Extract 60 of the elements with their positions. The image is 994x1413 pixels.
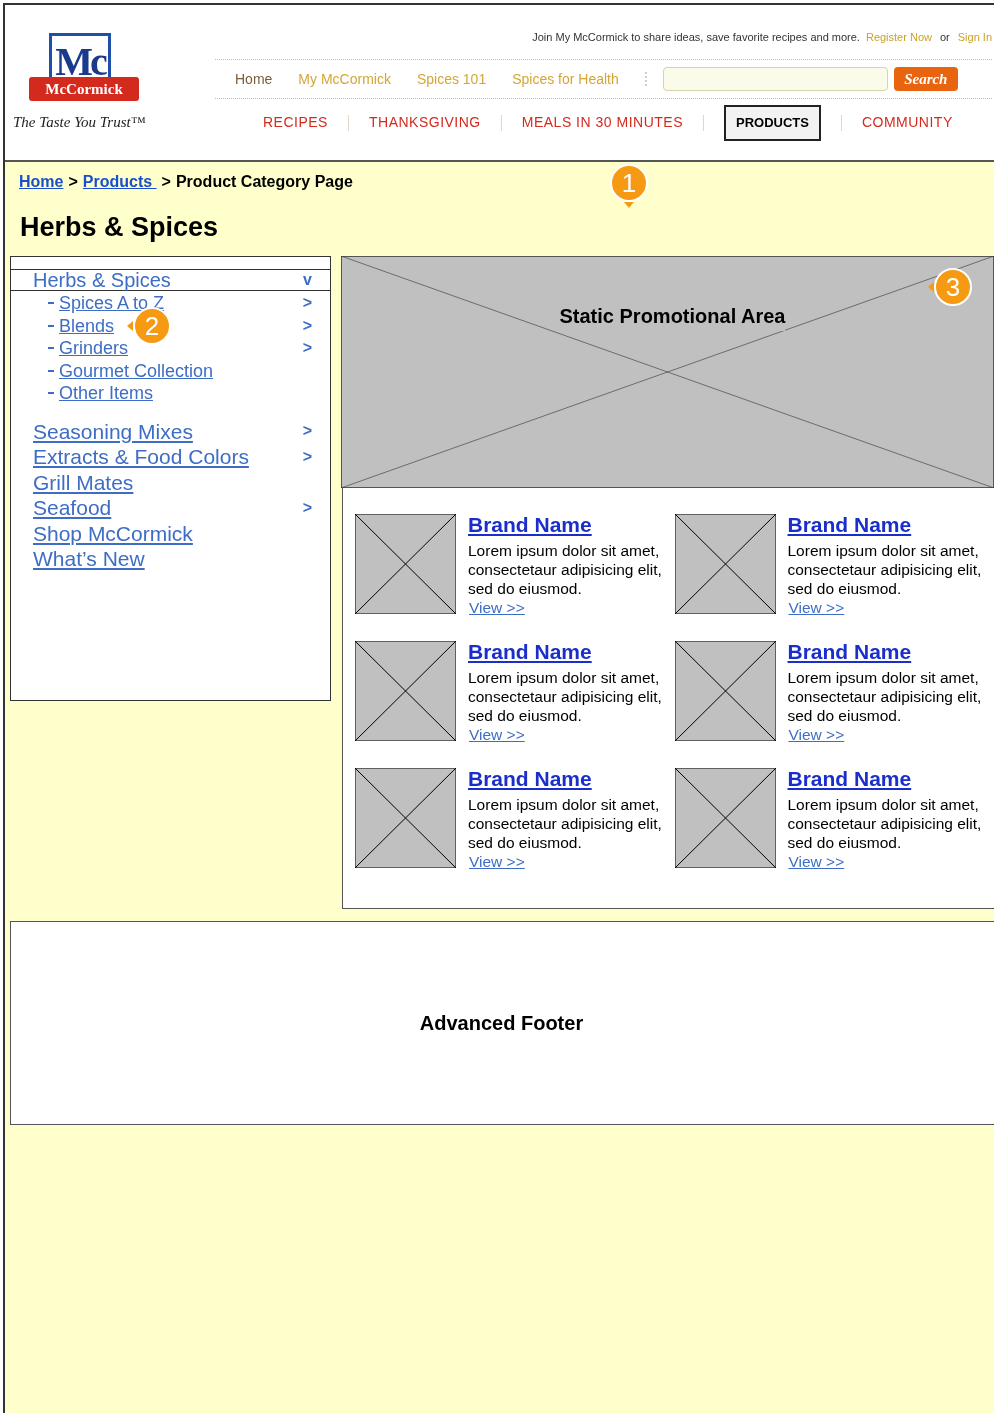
- breadcrumb-link[interactable]: Products: [82, 170, 157, 194]
- breadcrumb-link[interactable]: Home: [19, 170, 64, 194]
- product-description: Lorem ipsum dolor sit amet, consectetaur adipisicing elit, sed do eiusmod.: [787, 668, 983, 725]
- chevron-icon: >: [302, 291, 312, 316]
- breadcrumb-current: Product Category Page: [175, 172, 353, 192]
- dash-icon: [48, 369, 54, 372]
- nav-link[interactable]: Home: [235, 68, 273, 90]
- logo-tagline: The Taste You Trust™: [13, 113, 146, 132]
- dash-icon: [48, 392, 54, 395]
- category-tab[interactable]: PRODUCTS: [723, 105, 821, 141]
- sidebar-subitem[interactable]: Blends: [59, 316, 115, 335]
- sidebar-item[interactable]: Herbs & Spices: [33, 270, 171, 290]
- sidebar-item[interactable]: Seasoning Mixes: [33, 420, 193, 442]
- category-tab[interactable]: MEALS IN 30 MINUTES: [521, 112, 683, 134]
- or-text: or: [939, 29, 950, 45]
- brand-name-link[interactable]: Brand Name: [468, 513, 673, 537]
- view-link[interactable]: View >>: [469, 852, 525, 871]
- view-link[interactable]: View >>: [788, 725, 845, 744]
- brand-name-link[interactable]: Brand Name: [787, 513, 993, 537]
- brand-name-link[interactable]: Brand Name: [787, 640, 993, 664]
- search-button[interactable]: Search: [893, 67, 958, 91]
- chevron-icon: >: [302, 495, 312, 520]
- product-description: Lorem ipsum dolor sit amet, consectetaur adipisicing elit, sed do eiusmod.: [468, 668, 663, 725]
- chevron-icon: >: [302, 444, 312, 469]
- sidebar-item[interactable]: Extracts & Food Colors: [33, 446, 249, 468]
- category-tab[interactable]: RECIPES: [263, 112, 328, 134]
- brand-name-link[interactable]: Brand Name: [468, 640, 673, 664]
- join-text: Join My McCormick to share ideas, save favorite recipes and more.: [532, 29, 860, 45]
- brand-name-link[interactable]: Brand Name: [787, 767, 993, 791]
- chevron-icon: >: [302, 313, 312, 338]
- brand-name-link[interactable]: Brand Name: [468, 767, 673, 791]
- view-link[interactable]: View >>: [469, 725, 525, 744]
- category-tab[interactable]: THANKSGIVING: [368, 112, 481, 134]
- sidebar-item[interactable]: What’s New: [33, 548, 145, 570]
- product-description: Lorem ipsum dolor sit amet, consectetaur adipisicing elit, sed do eiusmod.: [468, 541, 663, 598]
- sidebar-item[interactable]: Grill Mates: [33, 471, 134, 493]
- dash-icon: [48, 302, 54, 305]
- sidebar-subitem[interactable]: Grinders: [59, 339, 129, 358]
- dash-icon: [48, 324, 54, 327]
- footer-label: Advanced Footer: [419, 1011, 584, 1036]
- product-description: Lorem ipsum dolor sit amet, consectetaur adipisicing elit, sed do eiusmod.: [787, 541, 983, 598]
- view-link[interactable]: View >>: [788, 598, 845, 617]
- chevron-icon: >: [302, 336, 312, 361]
- view-link[interactable]: View >>: [788, 852, 845, 871]
- chevron-icon: v: [303, 268, 312, 292]
- view-link[interactable]: View >>: [469, 598, 525, 617]
- chevron-icon: >: [302, 419, 312, 444]
- product-description: Lorem ipsum dolor sit amet, consectetaur adipisicing elit, sed do eiusmod.: [468, 795, 663, 852]
- sidebar-item[interactable]: Shop McCormick: [33, 522, 193, 544]
- sidebar-subitem[interactable]: Other Items: [59, 384, 154, 403]
- dash-icon: [48, 347, 54, 350]
- breadcrumb-separator: >: [161, 172, 171, 192]
- sidebar-subitem[interactable]: Gourmet Collection: [59, 361, 214, 380]
- sidebar-item[interactable]: Seafood: [33, 497, 112, 519]
- logo-ribbon: McCormick: [29, 77, 139, 101]
- breadcrumb-separator: >: [68, 172, 78, 192]
- category-tab[interactable]: COMMUNITY: [861, 112, 953, 134]
- page-title: Herbs & Spices: [19, 211, 220, 243]
- product-description: Lorem ipsum dolor sit amet, consectetaur adipisicing elit, sed do eiusmod.: [787, 795, 983, 852]
- search-field[interactable]: [662, 67, 888, 91]
